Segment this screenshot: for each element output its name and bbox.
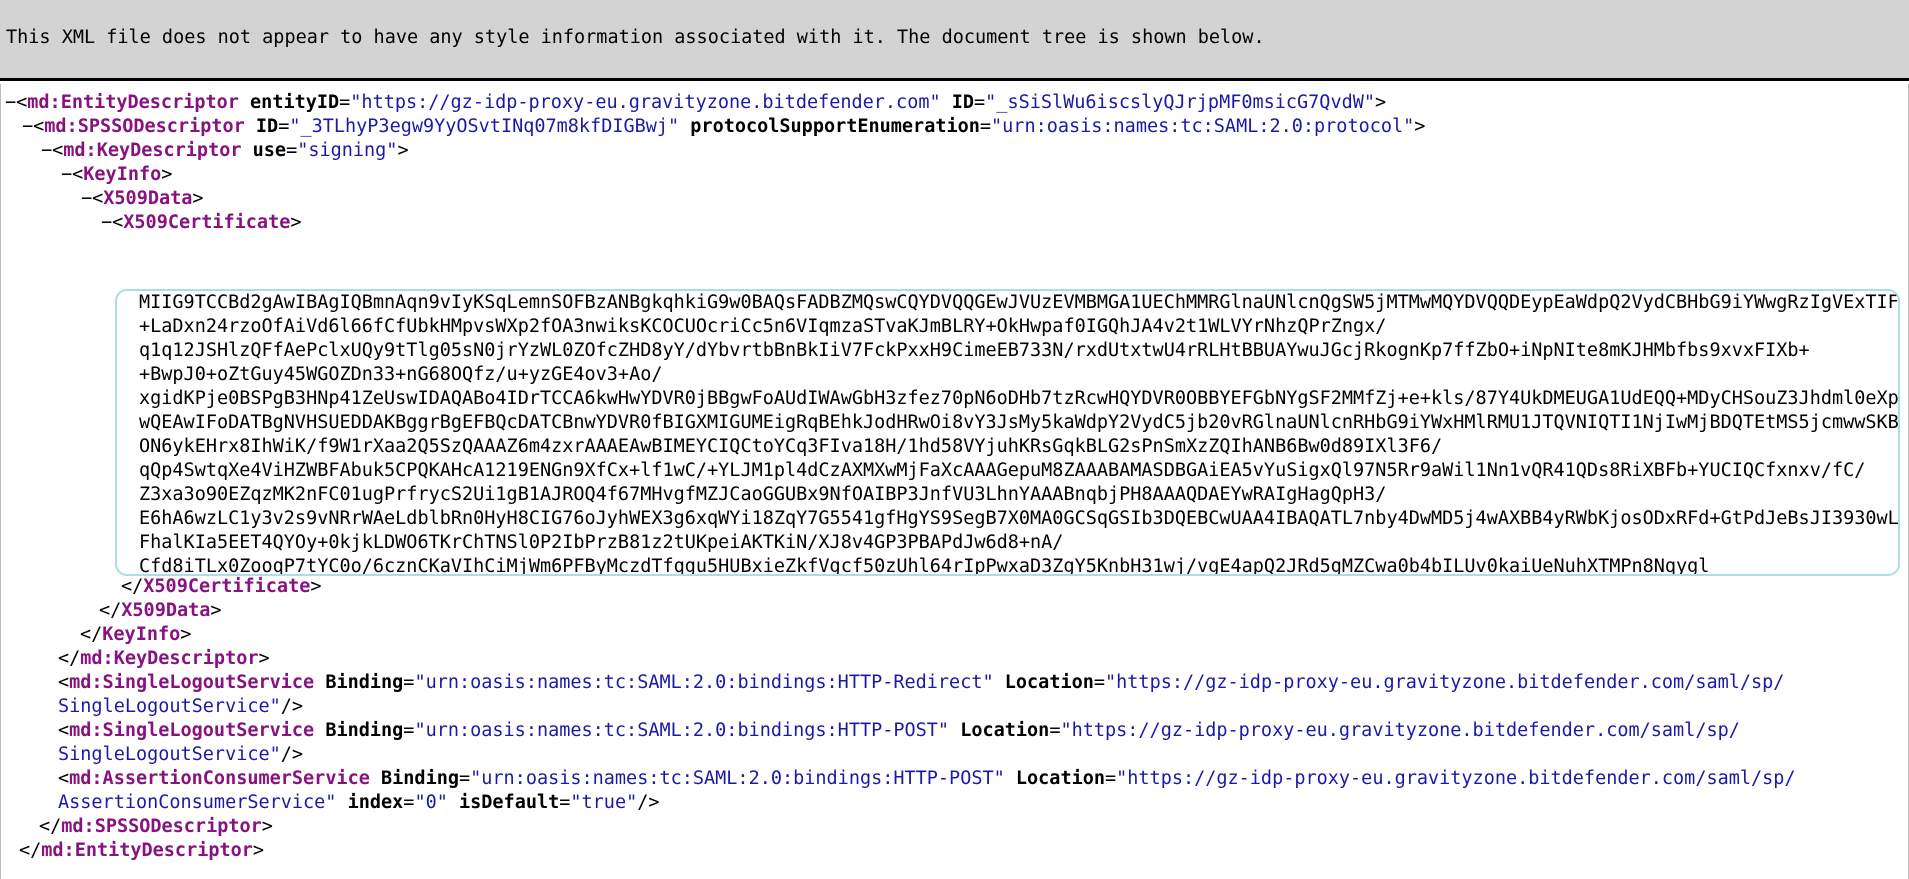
- collapse-toggle-icon[interactable]: −: [22, 116, 33, 137]
- single-logout-service-redirect: <md:SingleLogoutService Binding="urn:oas…: [58, 672, 1785, 693]
- collapse-toggle-icon[interactable]: −: [101, 212, 112, 233]
- certificate-line: MIIG9TCCBd2gAwIBAgIQBmnAqn9vIyKSqLemnSOF…: [139, 292, 1899, 313]
- assertion-consumer-service: <md:AssertionConsumerService Binding="ur…: [58, 768, 1796, 789]
- xml-info-banner: This XML file does not appear to have an…: [0, 0, 1909, 81]
- assertion-consumer-service-cont: AssertionConsumerService" index="0" isDe…: [58, 792, 660, 813]
- single-logout-service-post-cont: SingleLogoutService"/>: [58, 744, 304, 765]
- certificate-line: +LaDxn24rzoOfAiVd6l66fCfUbkHMpvsWXp2fOA3…: [139, 316, 1387, 337]
- certificate-line: q1q12JSHlzQFfAePclxUQy9tTlg05sN0jrYzWL0Z…: [139, 340, 1810, 361]
- certificate-line: xgidKPje0BSPgB3HNp41ZeUswIDAQABo4IDrTCCA…: [139, 388, 1899, 409]
- x509data-open: −<X509Data>: [81, 188, 204, 209]
- key-descriptor-close: </md:KeyDescriptor>: [58, 648, 270, 669]
- x509certificate-open: −<X509Certificate>: [101, 212, 302, 233]
- certificate-line: qQp4SwtqXe4ViHZWBFAbuk5CPQKAHcA1219ENGn9…: [139, 460, 1866, 481]
- collapse-toggle-icon[interactable]: −: [61, 164, 72, 185]
- certificate-text-block: MIIG9TCCBd2gAwIBAgIQBmnAqn9vIyKSqLemnSOF…: [115, 289, 1900, 576]
- x509data-close: </X509Data>: [99, 600, 222, 621]
- certificate-line: ON6ykEHrx8IhWiK/f9W1rXaa2Q5SzQAAAZ6m4zxr…: [139, 436, 1443, 457]
- entity-descriptor-close: </md:EntityDescriptor>: [19, 840, 265, 861]
- spsso-descriptor-open: −<md:SPSSODescriptor ID="_3TLhyP3egw9YyO…: [22, 116, 1426, 137]
- key-descriptor-open: −<md:KeyDescriptor use="signing">: [41, 140, 409, 161]
- single-logout-service-post: <md:SingleLogoutService Binding="urn:oas…: [58, 720, 1740, 741]
- collapse-toggle-icon[interactable]: −: [81, 188, 92, 209]
- spsso-descriptor-close: </md:SPSSODescriptor>: [39, 816, 273, 837]
- x509certificate-close: </X509Certificate>: [121, 576, 322, 597]
- certificate-line: wQEAwIFoDATBgNVHSUEDDAKBggrBgEFBQcDATCBn…: [139, 412, 1899, 433]
- certificate-line: Z3xa3o90EZqzMK2nFC01ugPrfrycS2Ui1gB1AJRO…: [139, 484, 1387, 505]
- certificate-line: E6hA6wzLC1y3v2s9vNRrWAeLdblbRn0HyH8CIG76…: [139, 508, 1900, 529]
- entity-descriptor-open: −<md:EntityDescriptor entityID="https://…: [5, 92, 1387, 113]
- collapse-toggle-icon[interactable]: −: [5, 92, 16, 113]
- keyinfo-close: </KeyInfo>: [80, 624, 192, 645]
- collapse-toggle-icon[interactable]: −: [41, 140, 52, 161]
- single-logout-service-redirect-cont: SingleLogoutService"/>: [58, 696, 304, 717]
- banner-message: This XML file does not appear to have an…: [6, 27, 1265, 48]
- certificate-line: Cfd8iTLx0ZooqP7tYC0o/6cznCKaVIhCiMjWm6PF…: [139, 556, 1710, 576]
- certificate-line: FhalKIa5EET4QYOy+0kjkLDWO6TKrChTNSl0P2Ib…: [139, 532, 1064, 553]
- keyinfo-open: −<KeyInfo>: [61, 164, 173, 185]
- certificate-line: +BwpJ0+oZtGuy45WGOZDn33+nG68OQfz/u+yzGE4…: [139, 364, 663, 385]
